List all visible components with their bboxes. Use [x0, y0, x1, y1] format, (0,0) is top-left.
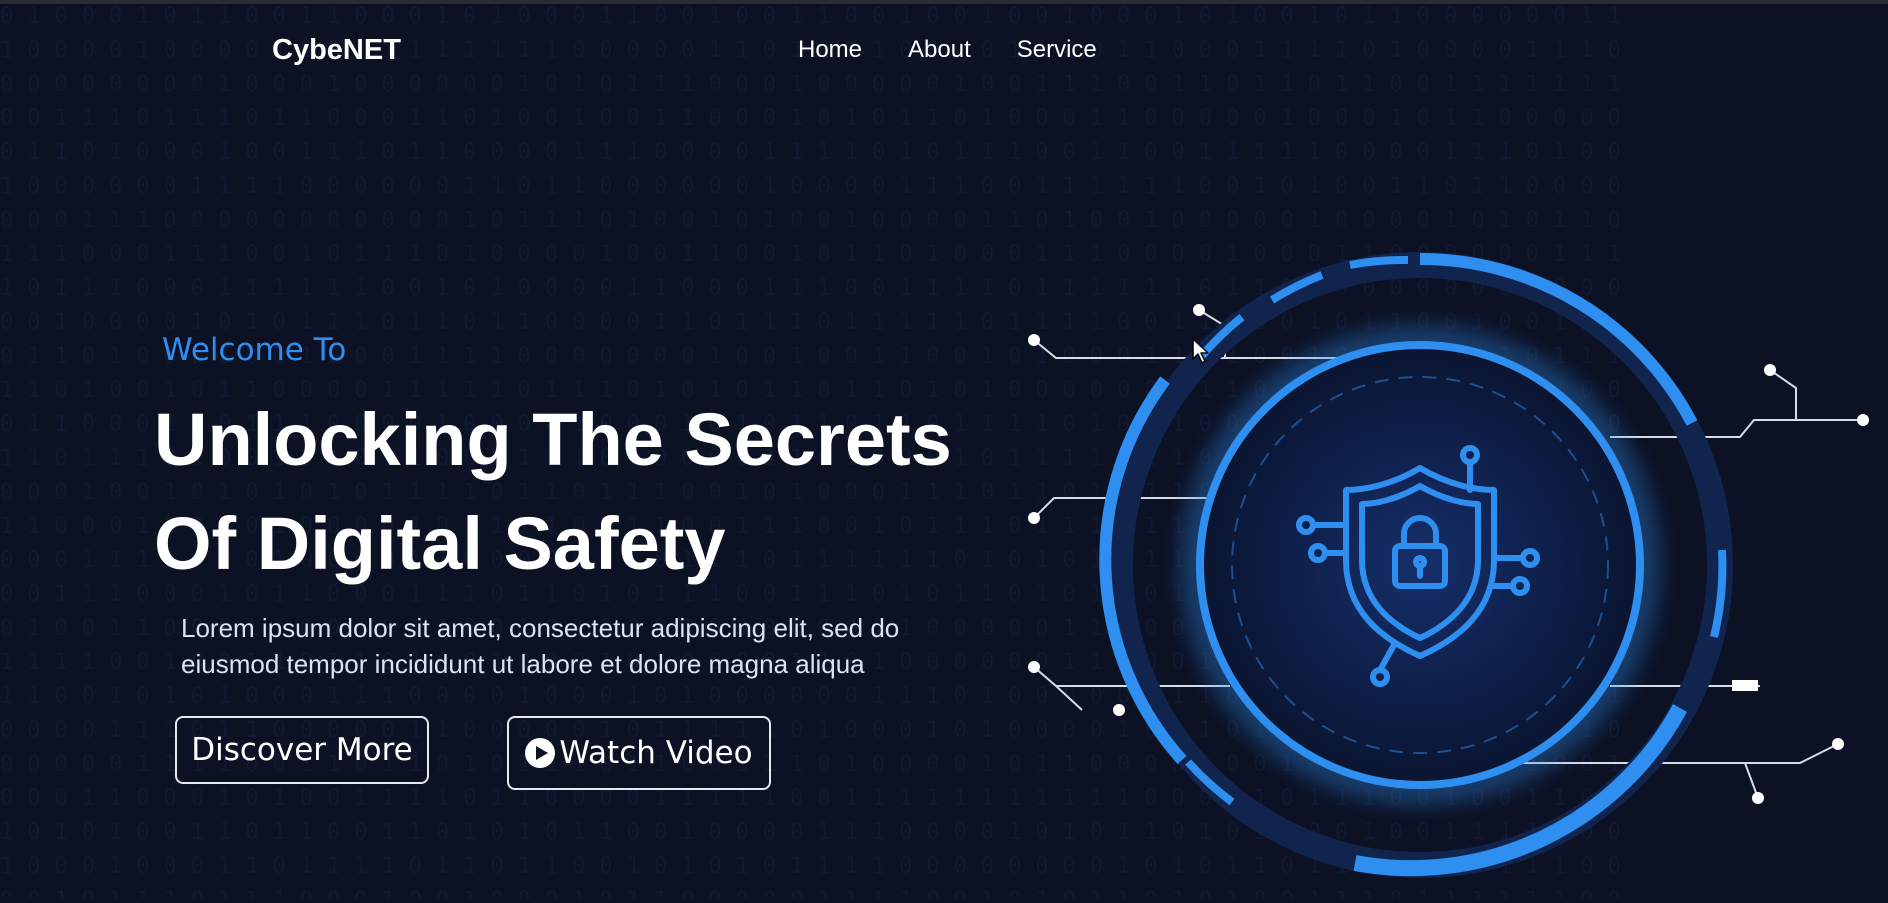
nav-link-home[interactable]: Home	[798, 36, 862, 64]
hero-description-line-1: Lorem ipsum dolor sit amet, consectetur …	[181, 613, 900, 643]
cursor-icon	[1192, 338, 1210, 369]
nav-link-about[interactable]: About	[908, 36, 971, 64]
watch-video-button[interactable]: Watch Video	[507, 716, 771, 790]
watch-video-label: Watch Video	[559, 735, 753, 771]
main-nav: Home About Service	[798, 36, 1097, 64]
discover-more-button[interactable]: Discover More	[175, 716, 429, 784]
cyber-security-illustration	[1010, 240, 1888, 898]
hero-description: Lorem ipsum dolor sit amet, consectetur …	[181, 610, 961, 682]
hero-eyebrow: Welcome To	[162, 332, 347, 368]
site-logo[interactable]: CybeNET	[272, 34, 401, 67]
nav-link-service[interactable]: Service	[1017, 36, 1097, 64]
hero-title-line-2: Of Digital Safety	[154, 502, 726, 585]
hero-title: Unlocking The Secrets Of Digital Safety	[154, 388, 952, 596]
window-top-strip	[0, 0, 1888, 4]
hero-title-line-1: Unlocking The Secrets	[154, 398, 952, 481]
hero-description-line-2: eiusmod tempor incididunt ut labore et d…	[181, 649, 865, 679]
play-icon	[525, 738, 556, 768]
